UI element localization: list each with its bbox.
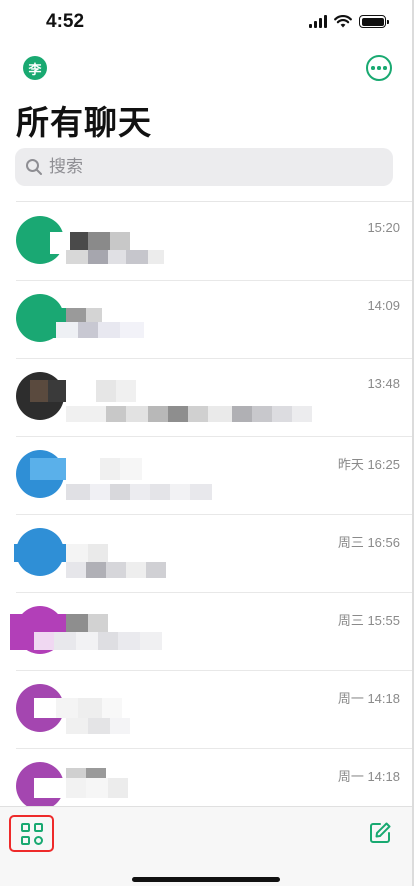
redacted-pixels — [10, 614, 108, 632]
redacted-pixels — [66, 406, 312, 422]
status-bar: 4:52 — [0, 0, 414, 44]
wifi-icon — [334, 15, 352, 28]
chat-row[interactable]: 13:48 — [0, 358, 414, 437]
chat-row[interactable]: 昨天 16:25 — [0, 436, 414, 515]
chat-timestamp: 周三 16:56 — [337, 535, 400, 550]
battery-icon — [359, 15, 389, 28]
chat-timestamp: 昨天 16:25 — [337, 457, 400, 472]
redacted-pixels — [14, 544, 108, 562]
redacted-pixels — [34, 778, 128, 798]
cellular-signal-icon — [309, 15, 327, 28]
status-time: 4:52 — [46, 11, 85, 32]
more-options-button[interactable] — [366, 55, 392, 81]
redacted-pixels — [34, 698, 122, 718]
redacted-pixels — [66, 562, 166, 578]
chat-timestamp: 13:48 — [367, 376, 400, 391]
chat-timestamp: 周一 14:18 — [337, 691, 400, 706]
apps-grid-button[interactable] — [9, 815, 54, 852]
status-icons — [309, 15, 389, 28]
top-bar: 李 — [0, 55, 414, 85]
chat-timestamp: 14:09 — [367, 298, 400, 313]
redacted-pixels — [30, 458, 142, 480]
redacted-pixels — [30, 380, 136, 402]
redacted-pixels — [28, 308, 102, 322]
search-bar[interactable] — [15, 148, 393, 186]
apps-grid-icon — [20, 822, 43, 845]
chat-timestamp: 周一 14:18 — [337, 769, 400, 784]
chat-row[interactable]: 14:09 — [0, 280, 414, 359]
chat-row[interactable]: 周一 14:18 — [0, 670, 414, 749]
page-title: 所有聊天 — [16, 103, 152, 142]
chat-timestamp: 15:20 — [367, 220, 400, 235]
redacted-pixels — [10, 632, 162, 650]
redacted-pixels — [28, 322, 144, 338]
chat-row[interactable]: 周三 15:55 — [0, 592, 414, 671]
chat-list: 15:20 14:09 13:48 昨天 16:25 周三 16:56 周三 1… — [0, 201, 414, 826]
redacted-pixels — [66, 718, 130, 734]
redacted-pixels — [66, 250, 164, 264]
search-input[interactable] — [49, 157, 369, 177]
redacted-pixels — [66, 484, 212, 500]
my-avatar[interactable]: 李 — [23, 56, 47, 80]
search-icon — [26, 159, 42, 175]
compose-icon[interactable] — [368, 821, 392, 845]
chat-row[interactable]: 15:20 — [0, 202, 414, 281]
home-indicator — [132, 877, 280, 882]
more-dots-icon — [371, 66, 375, 70]
chat-timestamp: 周三 15:55 — [337, 613, 400, 628]
bottom-tab-bar — [0, 806, 414, 886]
chat-row[interactable]: 周三 16:56 — [0, 514, 414, 593]
